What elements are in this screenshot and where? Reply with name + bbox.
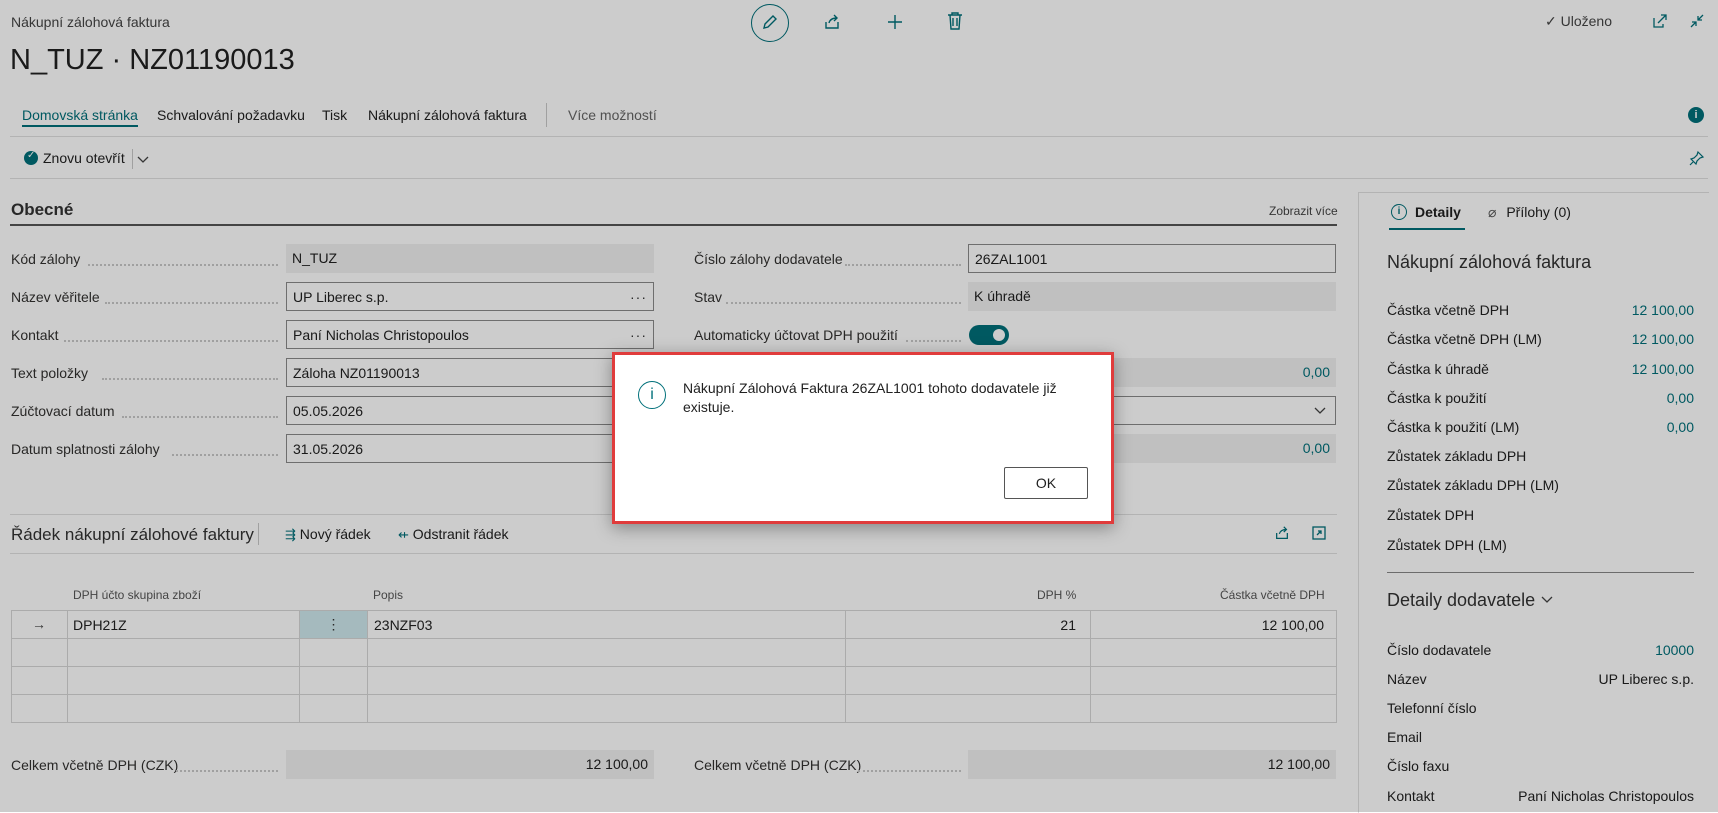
info-circle-icon: i (638, 381, 666, 409)
ok-button[interactable]: OK (1004, 467, 1088, 499)
dialog-message: Nákupní Zálohová Faktura 26ZAL1001 tohot… (683, 380, 1057, 415)
message-dialog: i Nákupní Zálohová Faktura 26ZAL1001 toh… (612, 352, 1114, 524)
